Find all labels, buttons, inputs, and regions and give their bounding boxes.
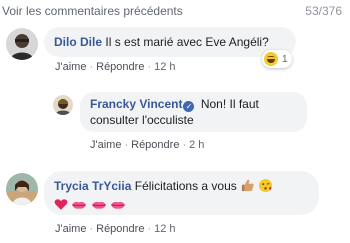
reply-link[interactable]: Répondre (96, 223, 144, 235)
comment-timestamp[interactable]: 12 h (154, 223, 175, 235)
comment-author[interactable]: Francky Vincent (90, 97, 182, 111)
comment-text-line2: consulter l'occuliste (90, 113, 194, 127)
comment-text-line1: Non! Il faut (200, 97, 259, 111)
like-link[interactable]: J'aime (90, 139, 121, 151)
comment-bubble: Francky Vincent ✓ Non! Il faut consulter … (80, 92, 307, 132)
kissing-heart-emoji-icon (259, 178, 273, 193)
avatar[interactable] (6, 28, 38, 60)
comment-actions: J'aime · Répondre · 12 h (55, 61, 176, 73)
comment-timestamp[interactable]: 2 h (189, 139, 204, 151)
like-link[interactable]: J'aime (55, 223, 86, 235)
verified-badge-icon: ✓ (183, 101, 195, 112)
thumbs-up-emoji-icon (242, 179, 254, 192)
comment-actions: J'aime · Répondre · 2 h (90, 139, 205, 151)
avatar[interactable] (6, 173, 38, 205)
comment-bubble: Trycia TrYciia Félicitations a vous (44, 171, 319, 215)
kiss-mark-emoji-icon (72, 201, 87, 209)
comment-text: Félicitations a vous (134, 179, 237, 193)
reply-link[interactable]: Répondre (96, 61, 144, 73)
reaction-count-value: 1 (282, 53, 288, 65)
comment-actions: J'aime · Répondre · 12 h (55, 223, 176, 235)
reply-link[interactable]: Répondre (131, 139, 179, 151)
comment-timestamp[interactable]: 12 h (154, 61, 175, 73)
comments-header: Voir les commentaires précédents 53/376 (0, 0, 350, 22)
heart-emoji-icon (54, 199, 68, 210)
like-link[interactable]: J'aime (55, 61, 86, 73)
avatar[interactable] (53, 95, 73, 115)
comment-text: Il s est marié avec Eve Angéli? (105, 35, 269, 49)
kiss-mark-emoji-icon (91, 201, 106, 209)
see-previous-comments-link[interactable]: Voir les commentaires précédents (2, 4, 183, 18)
comment-author[interactable]: Dilo Dile (54, 35, 102, 49)
comment-bubble: Dilo Dile Il s est marié avec Eve Angéli… (44, 27, 296, 57)
comments-counter: 53/376 (305, 4, 342, 18)
laughing-emoji-icon (264, 52, 278, 66)
reaction-count[interactable]: 1 (262, 50, 292, 68)
comment-author[interactable]: Trycia TrYciia (54, 179, 131, 193)
kiss-mark-emoji-icon (110, 201, 126, 209)
